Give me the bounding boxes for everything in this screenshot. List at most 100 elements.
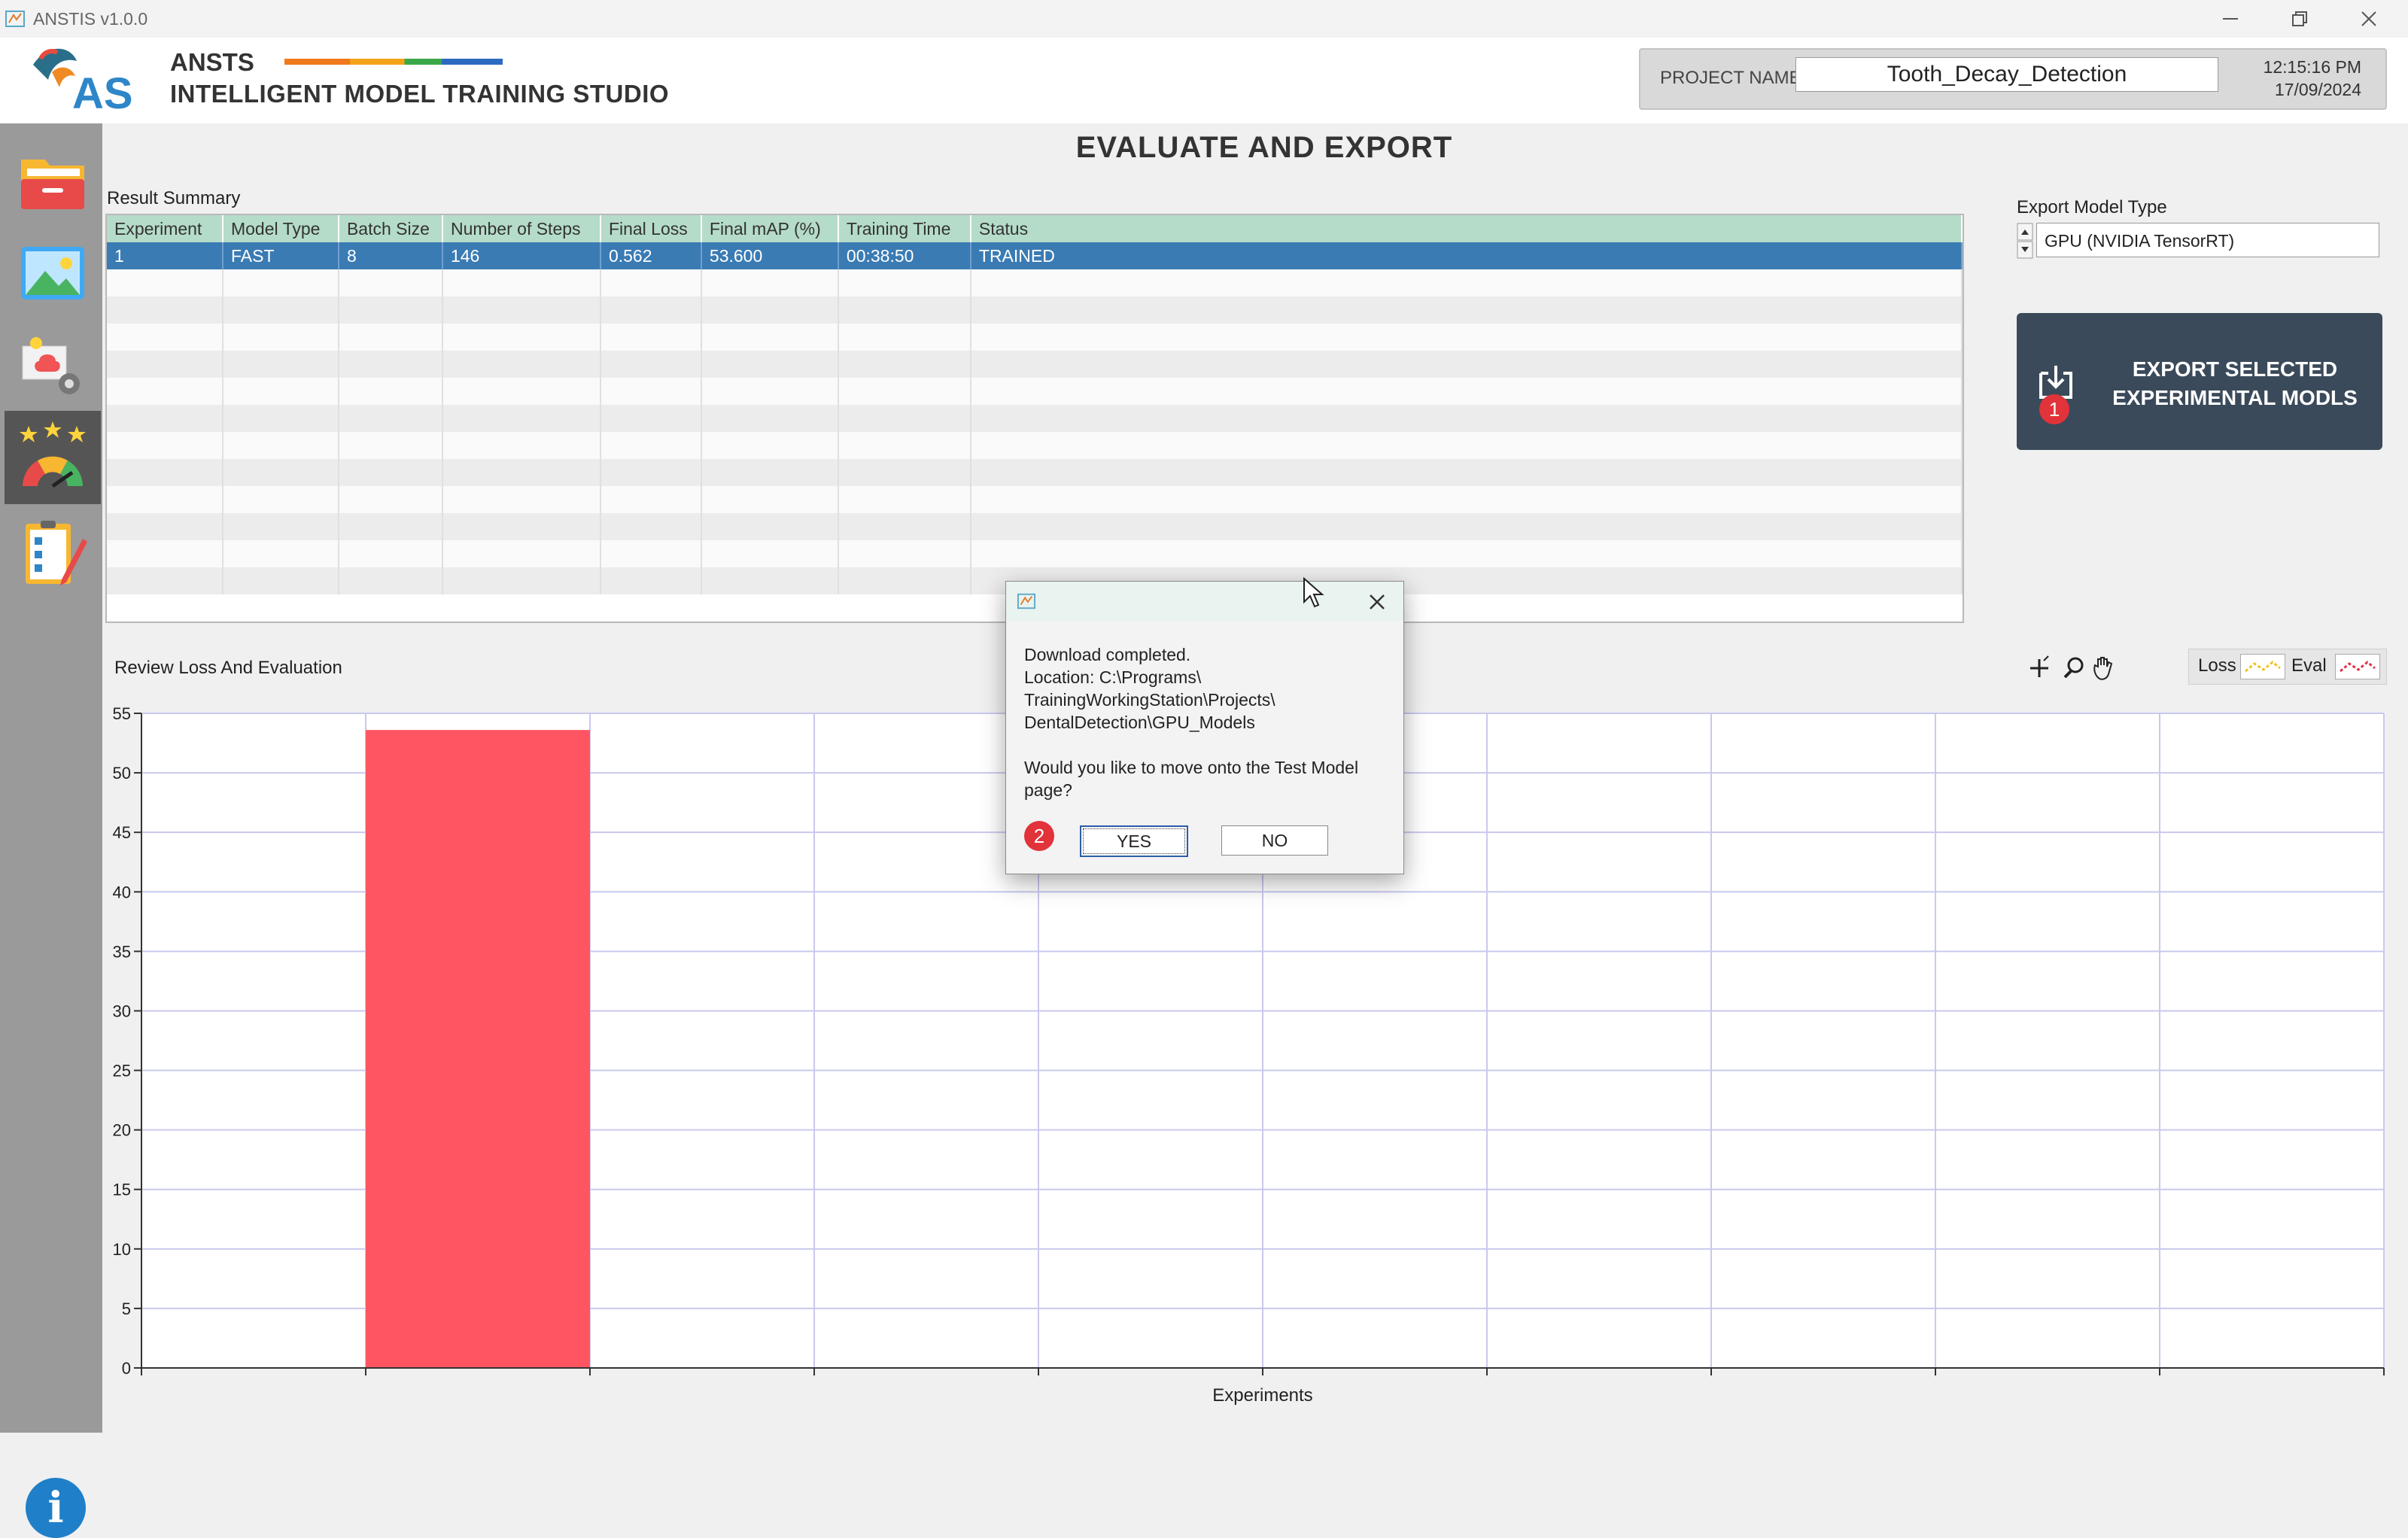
table-cell bbox=[222, 540, 339, 567]
app-icon bbox=[5, 11, 25, 27]
table-cell bbox=[338, 432, 443, 459]
dialog-close-icon[interactable] bbox=[1367, 592, 1387, 612]
sidebar-item-evaluate[interactable] bbox=[5, 411, 101, 504]
yes-button[interactable]: YES bbox=[1080, 825, 1188, 857]
close-button[interactable] bbox=[2334, 0, 2403, 38]
table-cell bbox=[701, 378, 839, 405]
restore-button[interactable] bbox=[2265, 0, 2334, 38]
table-cell bbox=[600, 296, 702, 324]
y-tick-label: 55 bbox=[113, 704, 131, 723]
empty-table-row[interactable] bbox=[107, 540, 1963, 567]
table-cell bbox=[338, 540, 443, 567]
table-cell bbox=[338, 324, 443, 351]
table-cell bbox=[442, 324, 601, 351]
ansts-logo-icon: AS bbox=[33, 48, 133, 117]
empty-table-row[interactable] bbox=[107, 459, 1963, 486]
empty-table-row[interactable] bbox=[107, 324, 1963, 351]
project-panel: PROJECT NAME Tooth_Decay_Detection 12:15… bbox=[1639, 48, 2387, 110]
export-model-type-field[interactable]: GPU (NVIDIA TensorRT) bbox=[2036, 223, 2379, 257]
table-cell bbox=[442, 459, 601, 486]
table-row[interactable]: 1 FAST 8 146 0.562 53.600 00:38:50 TRAINED bbox=[107, 242, 1963, 269]
y-tick-label: 40 bbox=[113, 883, 131, 901]
y-tick-label: 35 bbox=[113, 942, 131, 961]
minimize-button[interactable] bbox=[2196, 0, 2265, 38]
legend-eval-label: Eval bbox=[2291, 655, 2327, 676]
table-cell bbox=[107, 567, 223, 594]
table-cell bbox=[600, 324, 702, 351]
step-badge-1: 1 bbox=[2039, 394, 2069, 424]
sidebar-item-projects[interactable] bbox=[5, 132, 101, 226]
brand-name: ANSTS bbox=[170, 48, 254, 76]
info-button[interactable]: i bbox=[26, 1478, 86, 1538]
table-cell bbox=[701, 540, 839, 567]
legend-eval-swatch bbox=[2335, 654, 2380, 679]
project-name-field[interactable]: Tooth_Decay_Detection bbox=[1795, 57, 2218, 92]
zoom-fit-icon[interactable] bbox=[2030, 655, 2049, 677]
column-header[interactable]: Experiment bbox=[107, 215, 223, 242]
empty-table-row[interactable] bbox=[107, 296, 1963, 324]
empty-table-row[interactable] bbox=[107, 378, 1963, 405]
column-header[interactable]: Final mAP (%) bbox=[701, 215, 839, 242]
table-cell bbox=[442, 296, 601, 324]
table-cell bbox=[838, 405, 971, 432]
empty-table-row[interactable] bbox=[107, 513, 1963, 540]
y-tick-label: 45 bbox=[113, 823, 131, 842]
table-cell bbox=[701, 486, 839, 513]
table-cell bbox=[222, 567, 339, 594]
table-cell bbox=[222, 459, 339, 486]
column-header[interactable]: Model Type bbox=[222, 215, 339, 242]
export-type-spinner[interactable] bbox=[2017, 223, 2033, 259]
column-header[interactable]: Final Loss bbox=[600, 215, 702, 242]
window-title: ANSTIS v1.0.0 bbox=[33, 9, 148, 29]
table-cell bbox=[338, 378, 443, 405]
sidebar-item-model-config[interactable] bbox=[5, 321, 101, 414]
zoom-icon[interactable] bbox=[2063, 657, 2084, 679]
table-cell bbox=[222, 486, 339, 513]
result-summary-label: Result Summary bbox=[107, 188, 241, 208]
table-cell: 0.562 bbox=[600, 242, 702, 269]
table-cell bbox=[107, 432, 223, 459]
close-icon bbox=[2361, 11, 2376, 26]
table-cell bbox=[838, 567, 971, 594]
column-header[interactable]: Training Time bbox=[838, 215, 971, 242]
table-cell bbox=[222, 432, 339, 459]
sidebar-item-test[interactable] bbox=[5, 506, 101, 599]
empty-table-row[interactable] bbox=[107, 351, 1963, 378]
y-tick-label: 30 bbox=[113, 1002, 131, 1020]
x-axis-label: Experiments bbox=[1212, 1385, 1312, 1406]
y-tick-label: 15 bbox=[113, 1181, 131, 1199]
table-cell bbox=[442, 540, 601, 567]
column-header[interactable]: Status bbox=[970, 215, 1963, 242]
table-cell bbox=[338, 405, 443, 432]
export-selected-models-button[interactable]: 1 EXPORT SELECTED EXPERIMENTAL MODLS bbox=[2017, 313, 2382, 450]
y-tick-label: 5 bbox=[122, 1299, 131, 1318]
sidebar-item-images[interactable] bbox=[5, 226, 101, 319]
table-cell: 53.600 bbox=[701, 242, 839, 269]
chart-legend: Loss Eval bbox=[2188, 649, 2387, 685]
table-cell bbox=[442, 405, 601, 432]
empty-table-row[interactable] bbox=[107, 432, 1963, 459]
empty-table-row[interactable] bbox=[107, 405, 1963, 432]
empty-table-row[interactable] bbox=[107, 269, 1963, 296]
pan-hand-icon[interactable] bbox=[2093, 657, 2113, 680]
svg-text:AS: AS bbox=[72, 69, 133, 117]
column-header[interactable]: Batch Size bbox=[338, 215, 443, 242]
table-cell bbox=[338, 459, 443, 486]
column-header[interactable]: Number of Steps bbox=[442, 215, 601, 242]
no-button[interactable]: NO bbox=[1221, 825, 1328, 856]
table-cell bbox=[970, 351, 1963, 378]
legend-loss-swatch bbox=[2240, 654, 2285, 679]
window-titlebar: ANSTIS v1.0.0 bbox=[0, 0, 2408, 38]
table-cell bbox=[701, 324, 839, 351]
empty-table-row[interactable] bbox=[107, 486, 1963, 513]
table-cell bbox=[442, 432, 601, 459]
table-cell bbox=[600, 513, 702, 540]
export-model-type-label: Export Model Type bbox=[2017, 197, 2167, 217]
table-cell bbox=[338, 486, 443, 513]
table-cell bbox=[600, 405, 702, 432]
table-cell bbox=[338, 351, 443, 378]
table-cell: 00:38:50 bbox=[838, 242, 971, 269]
table-cell bbox=[970, 486, 1963, 513]
table-cell bbox=[442, 513, 601, 540]
checklist-icon bbox=[26, 521, 87, 585]
